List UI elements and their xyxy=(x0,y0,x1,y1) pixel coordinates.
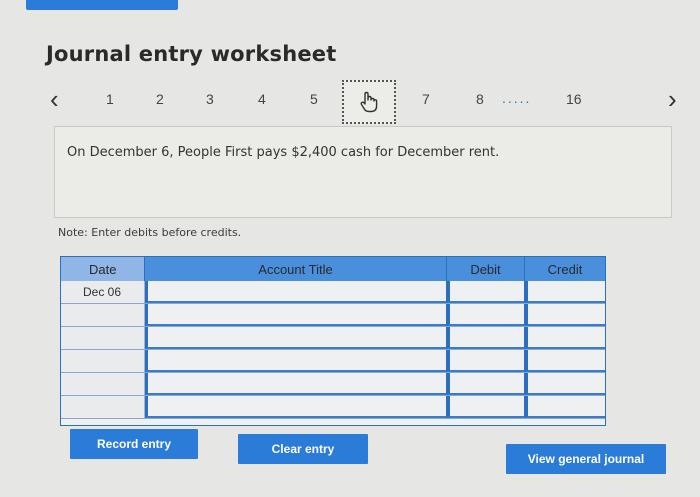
page-4[interactable]: 4 xyxy=(258,91,266,107)
table-row xyxy=(61,327,605,350)
date-cell[interactable] xyxy=(61,350,145,372)
account-title-input[interactable] xyxy=(145,373,447,395)
hand-cursor-icon xyxy=(360,91,378,113)
entry-note: Note: Enter debits before credits. xyxy=(58,226,242,239)
date-cell[interactable] xyxy=(61,396,145,418)
date-cell[interactable] xyxy=(61,373,145,395)
top-tab-strip xyxy=(26,0,178,10)
debit-input[interactable] xyxy=(447,327,525,349)
table-row xyxy=(61,350,605,373)
page-2[interactable]: 2 xyxy=(156,91,164,107)
pager: ‹ 1 2 3 4 5 7 8 ..... 16 › xyxy=(40,78,700,130)
table-row xyxy=(61,304,605,327)
page-7[interactable]: 7 xyxy=(422,91,430,107)
view-general-journal-button[interactable]: View general journal xyxy=(506,444,666,474)
date-cell[interactable]: Dec 06 xyxy=(61,281,145,303)
table-row xyxy=(61,396,605,419)
current-page-indicator[interactable] xyxy=(342,80,396,124)
column-header-credit: Credit xyxy=(525,257,605,281)
journal-entry-table: Date Account Title Debit Credit Dec 06 xyxy=(60,256,606,426)
pager-ellipsis: ..... xyxy=(502,90,532,106)
page-5[interactable]: 5 xyxy=(310,91,318,107)
page-8[interactable]: 8 xyxy=(476,91,484,107)
credit-input[interactable] xyxy=(525,327,605,349)
column-header-account-title: Account Title xyxy=(145,257,447,281)
page-1[interactable]: 1 xyxy=(106,91,114,107)
credit-input[interactable] xyxy=(525,396,605,418)
page-title: Journal entry worksheet xyxy=(46,42,337,66)
account-title-input[interactable] xyxy=(145,327,447,349)
date-cell[interactable] xyxy=(61,327,145,349)
column-header-debit: Debit xyxy=(447,257,525,281)
debit-input[interactable] xyxy=(447,304,525,326)
debit-input[interactable] xyxy=(447,396,525,418)
column-header-date: Date xyxy=(61,257,145,281)
debit-input[interactable] xyxy=(447,281,525,303)
credit-input[interactable] xyxy=(525,304,605,326)
transaction-description-box: On December 6, People First pays $2,400 … xyxy=(54,126,672,218)
debit-input[interactable] xyxy=(447,350,525,372)
account-title-input[interactable] xyxy=(145,281,447,303)
account-title-input[interactable] xyxy=(145,350,447,372)
debit-input[interactable] xyxy=(447,373,525,395)
credit-input[interactable] xyxy=(525,281,605,303)
table-row: Dec 06 xyxy=(61,281,605,304)
chevron-right-icon[interactable]: › xyxy=(668,86,677,112)
date-cell[interactable] xyxy=(61,304,145,326)
page-3[interactable]: 3 xyxy=(206,91,214,107)
page-16[interactable]: 16 xyxy=(566,91,582,107)
account-title-input[interactable] xyxy=(145,396,447,418)
credit-input[interactable] xyxy=(525,373,605,395)
account-title-input[interactable] xyxy=(145,304,447,326)
transaction-description: On December 6, People First pays $2,400 … xyxy=(67,145,500,160)
record-entry-button[interactable]: Record entry xyxy=(70,429,198,459)
credit-input[interactable] xyxy=(525,350,605,372)
clear-entry-button[interactable]: Clear entry xyxy=(238,434,368,464)
table-row xyxy=(61,373,605,396)
chevron-left-icon[interactable]: ‹ xyxy=(50,86,59,112)
